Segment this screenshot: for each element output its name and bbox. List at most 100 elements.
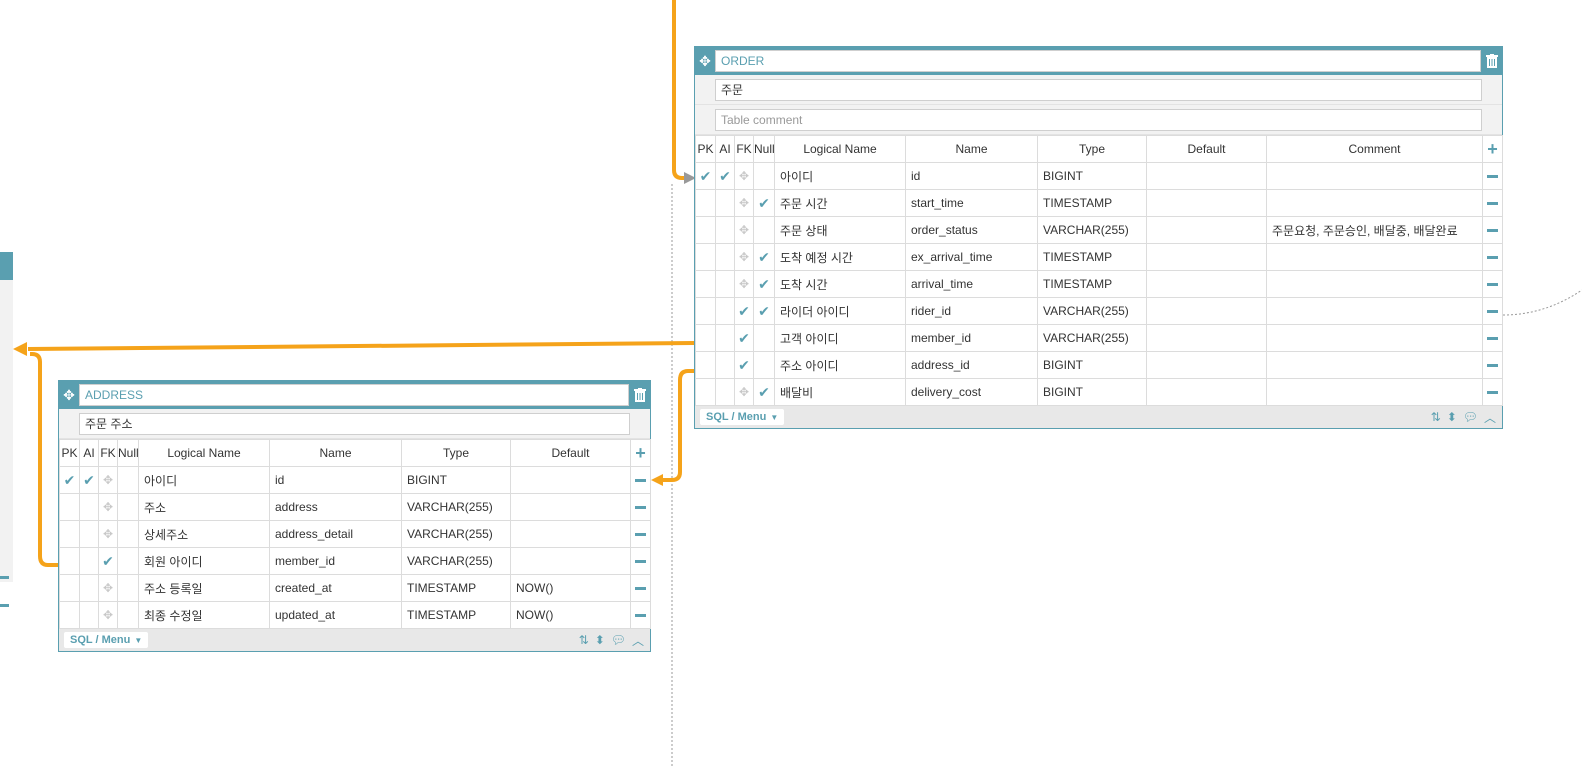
minus-icon[interactable] <box>635 560 646 564</box>
pk-cell[interactable] <box>695 270 716 298</box>
column-name-cell[interactable]: id <box>905 162 1038 190</box>
remove-column-button[interactable] <box>1482 162 1503 190</box>
pk-cell[interactable] <box>695 216 716 244</box>
ai-cell[interactable] <box>715 243 735 271</box>
plus-icon[interactable]: + <box>1487 139 1498 159</box>
default-cell[interactable] <box>510 466 631 494</box>
ai-cell[interactable] <box>715 297 735 325</box>
null-cell[interactable] <box>117 601 139 629</box>
remove-column-button[interactable] <box>1482 216 1503 244</box>
fk-drag-icon[interactable]: ✥ <box>739 250 749 264</box>
null-cell[interactable] <box>117 574 139 602</box>
null-cell[interactable] <box>753 216 775 244</box>
column-name-cell[interactable]: address <box>269 493 402 521</box>
default-cell[interactable] <box>1146 297 1267 325</box>
fk-drag-icon[interactable]: ✥ <box>739 277 749 291</box>
default-cell[interactable] <box>1146 162 1267 190</box>
table-name-input[interactable]: ADDRESS <box>79 384 629 406</box>
remove-column-button[interactable] <box>630 547 651 575</box>
logical-name-cell[interactable]: 고객 아이디 <box>774 324 906 352</box>
column-name-cell[interactable]: created_at <box>269 574 402 602</box>
minus-icon[interactable] <box>635 479 646 483</box>
null-cell[interactable] <box>117 547 139 575</box>
null-cell[interactable]: ✔ <box>753 378 775 406</box>
fk-drag-icon[interactable]: ✥ <box>739 385 749 399</box>
column-name-cell[interactable]: delivery_cost <box>905 378 1038 406</box>
default-cell[interactable] <box>1146 351 1267 379</box>
remove-column-button[interactable] <box>1482 189 1503 217</box>
column-type-cell[interactable]: TIMESTAMP <box>1037 189 1147 217</box>
table-row[interactable]: ✔ 회원 아이디 member_id VARCHAR(255) <box>59 547 651 575</box>
null-cell[interactable]: ✔ <box>753 243 775 271</box>
default-cell[interactable]: NOW() <box>510 574 631 602</box>
minus-icon[interactable] <box>635 587 646 591</box>
null-cell[interactable] <box>753 324 775 352</box>
table-name-input[interactable]: ORDER <box>715 50 1481 72</box>
minus-icon[interactable] <box>635 614 646 618</box>
table-row[interactable]: ✔ 고객 아이디 member_id VARCHAR(255) <box>695 324 1503 352</box>
logical-name-cell[interactable]: 도착 시간 <box>774 270 906 298</box>
logical-name-cell[interactable]: 상세주소 <box>138 520 270 548</box>
minus-icon[interactable] <box>1487 283 1498 287</box>
null-cell[interactable] <box>117 466 139 494</box>
ai-cell[interactable] <box>715 270 735 298</box>
column-type-cell[interactable]: VARCHAR(255) <box>1037 216 1147 244</box>
null-cell[interactable] <box>117 493 139 521</box>
ai-cell[interactable] <box>715 189 735 217</box>
comment-icon[interactable]: 💬︎ <box>1463 410 1478 424</box>
table-row[interactable]: ✔ ✔ ✥ 아이디 id BIGINT <box>59 466 651 494</box>
minus-icon[interactable] <box>1487 337 1498 341</box>
pk-cell[interactable] <box>59 601 80 629</box>
fk-drag-icon[interactable]: ✥ <box>103 581 113 595</box>
logical-name-cell[interactable]: 주소 아이디 <box>774 351 906 379</box>
table-row[interactable]: ✥ ✔ 배달비 delivery_cost BIGINT <box>695 378 1503 406</box>
sort-icon[interactable]: ⇅ <box>579 633 589 647</box>
column-name-cell[interactable]: arrival_time <box>905 270 1038 298</box>
ai-cell[interactable] <box>715 324 735 352</box>
table-row[interactable]: ✥ 주소 address VARCHAR(255) <box>59 493 651 521</box>
chevron-up-icon[interactable]: ︿ <box>1484 409 1496 426</box>
logical-name-cell[interactable]: 회원 아이디 <box>138 547 270 575</box>
table-row[interactable]: ✔ ✔ ✥ 아이디 id BIGINT <box>695 162 1503 190</box>
logical-name-cell[interactable]: 도착 예정 시간 <box>774 243 906 271</box>
remove-column-button[interactable] <box>1482 324 1503 352</box>
remove-column-button[interactable] <box>630 520 651 548</box>
fk-cell[interactable]: ✥ <box>98 466 118 494</box>
fk-cell[interactable]: ✔ <box>734 297 754 325</box>
add-column-button[interactable]: + <box>630 439 651 467</box>
minus-icon[interactable] <box>1487 310 1498 314</box>
ai-cell[interactable] <box>715 351 735 379</box>
comment-cell[interactable] <box>1266 351 1483 379</box>
fk-drag-icon[interactable]: ✥ <box>739 223 749 237</box>
column-type-cell[interactable]: BIGINT <box>1037 162 1147 190</box>
pk-cell[interactable] <box>59 520 80 548</box>
minus-icon[interactable] <box>635 533 646 537</box>
comment-cell[interactable] <box>1266 189 1483 217</box>
column-type-cell[interactable]: BIGINT <box>401 466 511 494</box>
pk-cell[interactable] <box>695 189 716 217</box>
ai-cell[interactable] <box>79 574 99 602</box>
table-logical-name-input[interactable]: 주문 주소 <box>79 413 630 435</box>
fk-cell[interactable]: ✥ <box>734 189 754 217</box>
fk-drag-icon[interactable]: ✥ <box>739 196 749 210</box>
table-comment-input[interactable]: Table comment <box>715 109 1482 131</box>
comment-cell[interactable] <box>1266 297 1483 325</box>
column-name-cell[interactable]: order_status <box>905 216 1038 244</box>
logical-name-cell[interactable]: 주소 등록일 <box>138 574 270 602</box>
pk-cell[interactable] <box>695 324 716 352</box>
er-diagram-canvas[interactable]: ✥ ORDER 주문 Table comment PK AI FK Null L… <box>0 0 1582 768</box>
table-row[interactable]: ✥ ✔ 도착 예정 시간 ex_arrival_time TIMESTAMP <box>695 243 1503 271</box>
default-cell[interactable] <box>1146 270 1267 298</box>
column-type-cell[interactable]: VARCHAR(255) <box>401 520 511 548</box>
minus-icon[interactable] <box>1487 364 1498 368</box>
null-cell[interactable]: ✔ <box>753 189 775 217</box>
column-type-cell[interactable]: VARCHAR(255) <box>1037 324 1147 352</box>
comment-cell[interactable] <box>1266 243 1483 271</box>
column-type-cell[interactable]: VARCHAR(255) <box>401 493 511 521</box>
fk-cell[interactable]: ✔ <box>98 547 118 575</box>
fk-drag-icon[interactable]: ✥ <box>103 527 113 541</box>
default-cell[interactable] <box>510 520 631 548</box>
fk-cell[interactable]: ✥ <box>98 493 118 521</box>
fk-cell[interactable]: ✥ <box>734 216 754 244</box>
remove-column-button[interactable] <box>1482 243 1503 271</box>
